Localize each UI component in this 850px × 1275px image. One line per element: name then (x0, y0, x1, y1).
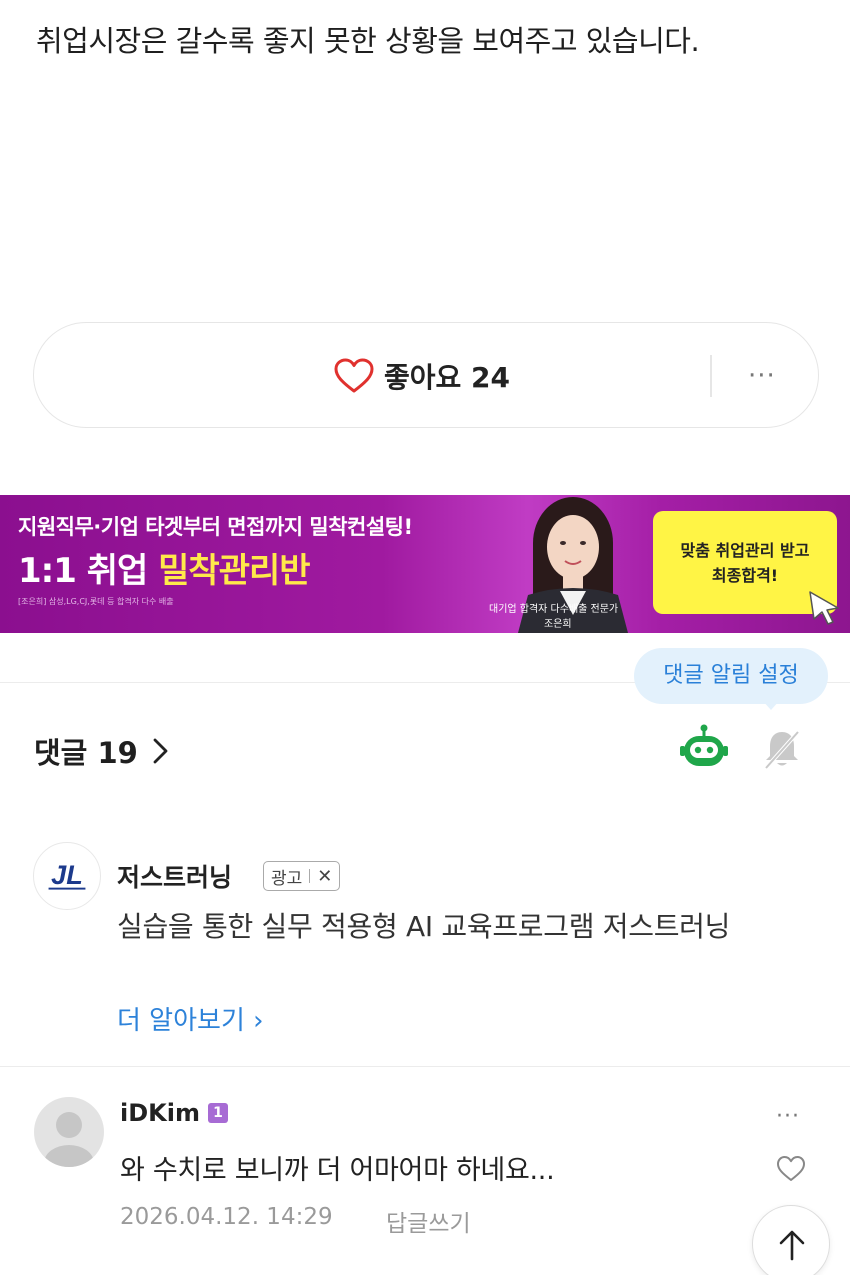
like-button[interactable]: 좋아요 24 (334, 356, 510, 396)
comment-more-button[interactable]: ··· (776, 1104, 800, 1129)
comments-header[interactable]: 댓글 19 (34, 730, 170, 772)
ad-description: 실습을 통한 실무 적용형 AI 교육프로그램 저스트러닝 (117, 910, 731, 943)
comment-author-name: iDKim (120, 1099, 200, 1127)
cta-line-1: 맞춤 취업관리 받고 (680, 541, 810, 560)
ad-badge: 광고 ✕ (263, 861, 341, 891)
advertiser-name: 저스트러닝 (117, 863, 233, 892)
close-ad-icon[interactable]: ✕ (317, 866, 332, 887)
tooltip-tail (762, 700, 780, 710)
advertiser-logo[interactable]: JL (33, 842, 101, 910)
default-user-icon (44, 1112, 94, 1167)
cursor-pointer-icon (809, 591, 839, 625)
more-options-button[interactable]: ··· (748, 361, 776, 391)
cta-line-2: 최종합격! (711, 566, 779, 585)
comment-author[interactable]: iDKim 1 (120, 1099, 228, 1127)
divider (710, 355, 712, 397)
avatar[interactable] (34, 1097, 104, 1167)
banner-headline: 지원직무·기업 타겟부터 면접까지 밀착컨설팅! (18, 515, 413, 539)
instructor-caption: 대기업 합격자 다수배출 전문가 (489, 604, 619, 615)
comment-text: 와 수치로 보니까 더 어마어마 하네요... (120, 1155, 555, 1186)
ad-badge-label: 광고 (271, 868, 303, 889)
arrow-up-icon (779, 1230, 805, 1261)
comment-timestamp: 2026.04.12. 14:29 (120, 1204, 333, 1230)
ad-banner[interactable]: 지원직무·기업 타겟부터 면접까지 밀착컨설팅! 1:1 취업 밀착관리반 [조… (0, 495, 850, 633)
comment-like-icon[interactable] (776, 1155, 806, 1183)
notification-off-icon[interactable] (762, 728, 802, 770)
member-level-badge: 1 (207, 1103, 228, 1123)
banner-main-prefix: 1:1 취업 (18, 551, 159, 591)
reply-button[interactable]: 답글쓰기 (386, 1204, 471, 1238)
ai-robot-icon[interactable] (680, 724, 728, 770)
banner-main-highlight: 밀착관리반 (158, 551, 310, 591)
svg-text:JL: JL (51, 859, 83, 890)
comments-count-label: 댓글 19 (34, 736, 138, 770)
heart-outline-icon (334, 358, 374, 393)
scroll-to-top-button[interactable] (752, 1205, 830, 1275)
badge-divider (309, 869, 311, 883)
banner-fine-print: [조은희] 삼성,LG,CJ,롯데 등 합격자 다수 배출 (18, 597, 174, 606)
banner-main-title: 1:1 취업 밀착관리반 (18, 543, 311, 592)
reaction-bar: 좋아요 24 ··· (33, 322, 819, 428)
instructor-name: 조은희 (544, 619, 572, 630)
like-count-label: 좋아요 24 (384, 361, 510, 394)
article-last-line: 취업시장은 갈수록 좋지 못한 상황을 보여주고 있습니다. (36, 24, 700, 58)
chevron-right-icon (153, 738, 168, 764)
comment-notification-tooltip[interactable]: 댓글 알림 설정 (634, 648, 828, 704)
learn-more-link[interactable]: 더 알아보기 › (117, 1000, 264, 1037)
section-divider (0, 1066, 850, 1067)
